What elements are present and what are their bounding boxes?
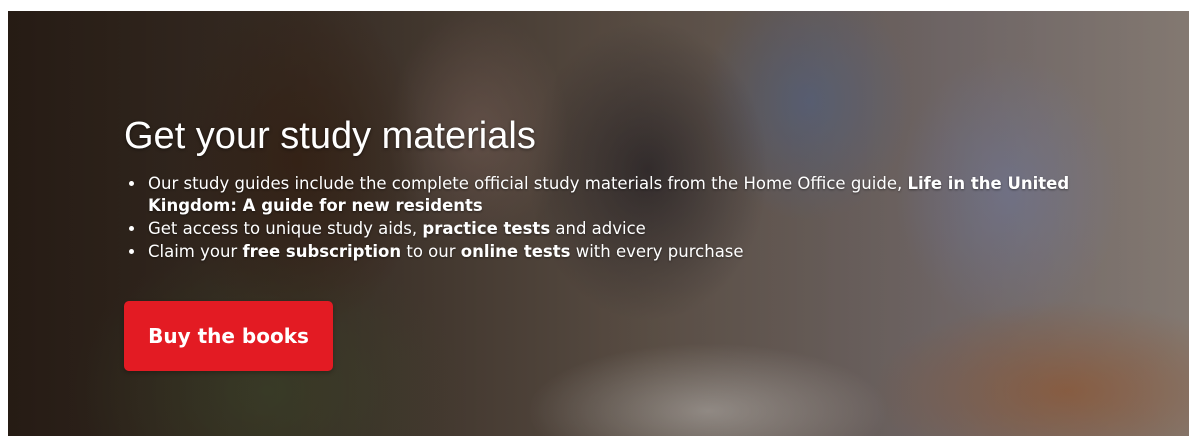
study-materials-banner: Get your study materials Our study guide…	[8, 11, 1189, 436]
feature-list: Our study guides include the complete of…	[124, 173, 1104, 263]
bullet-text: Our study guides include the complete of…	[148, 174, 908, 193]
bullet-text: to our	[401, 242, 461, 261]
list-item: Get access to unique study aids, practic…	[146, 218, 1104, 240]
bullet-text: with every purchase	[570, 242, 744, 261]
list-item: Our study guides include the complete of…	[146, 173, 1104, 217]
bullet-bold-text: free subscription	[242, 242, 402, 261]
list-item: Claim your free subscription to our onli…	[146, 241, 1104, 263]
bullet-bold-text: online tests	[460, 242, 571, 261]
bullet-text: Get access to unique study aids,	[148, 219, 423, 238]
banner-content: Get your study materials Our study guide…	[124, 111, 1104, 264]
bullet-text: Claim your	[148, 242, 243, 261]
bullet-text: and advice	[550, 219, 646, 238]
buy-the-books-button[interactable]: Buy the books	[124, 301, 333, 371]
banner-title: Get your study materials	[124, 115, 536, 157]
bullet-bold-text: practice tests	[422, 219, 551, 238]
